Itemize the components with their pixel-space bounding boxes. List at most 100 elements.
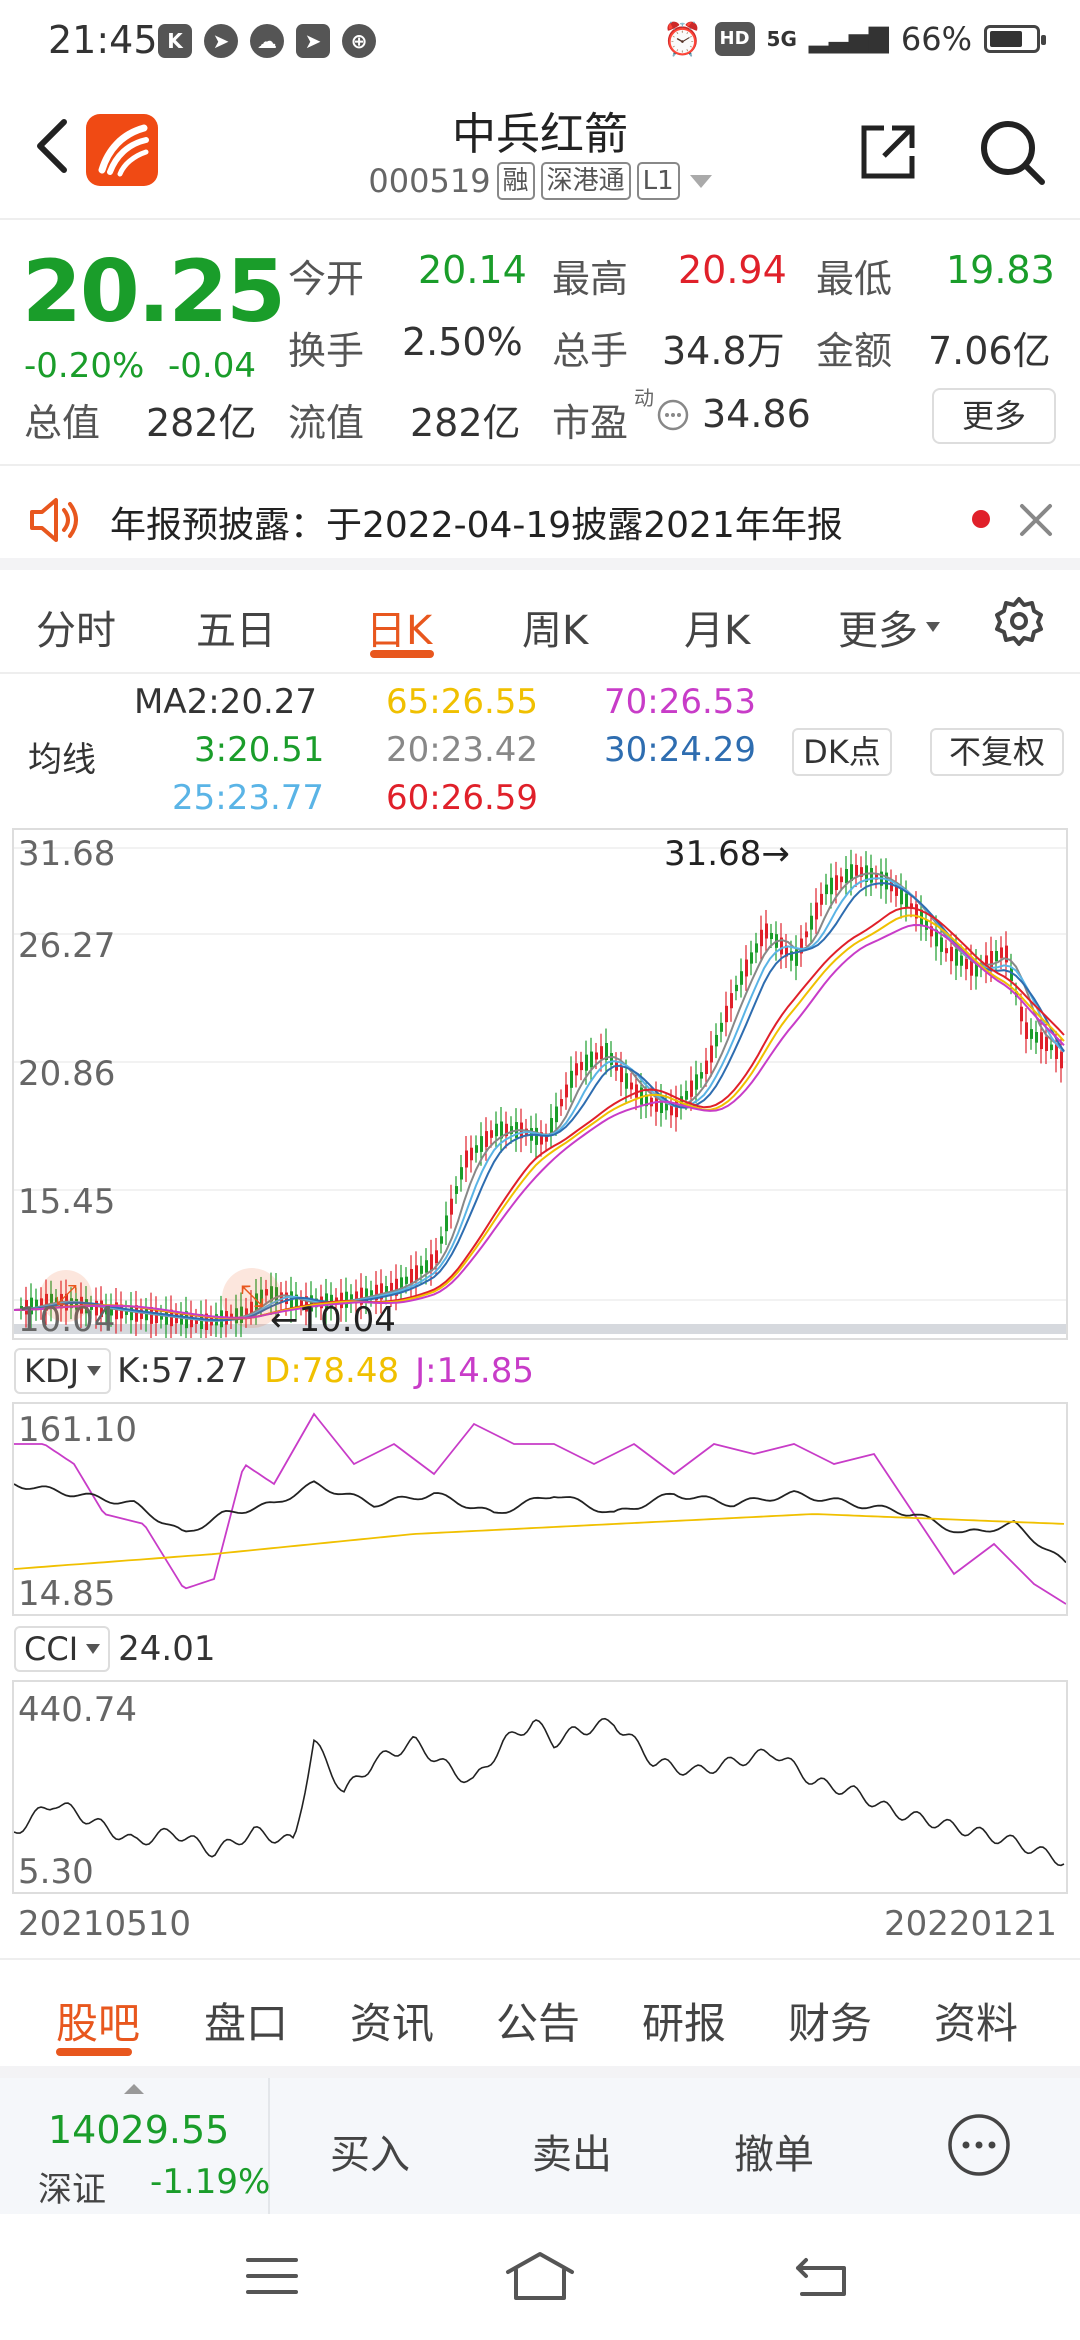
more-options-icon[interactable] [946,2112,1012,2178]
kdj-name: KDJ [24,1352,80,1390]
battery-icon [984,25,1046,53]
kdj-d: D:78.48 [264,1351,400,1391]
kdj-j: J:14.85 [415,1351,534,1391]
ma3-value: 3:20.51 [194,730,325,770]
low-value: 19.83 [946,248,1055,292]
alarm-icon: ⏰ [662,20,703,58]
candle [130,1305,133,1321]
candle [495,1123,498,1137]
max-price-label: 31.68 [664,834,762,874]
stock-code: 000519 [368,162,491,200]
candle [755,943,758,953]
kdj-k: K:57.27 [117,1351,249,1391]
candle [695,1074,698,1090]
candle [1030,1029,1033,1039]
candle [550,1118,553,1134]
candle [475,1145,478,1153]
candle [490,1130,493,1138]
candle [690,1080,693,1097]
expand-icon[interactable]: ⤢ [40,1270,92,1322]
tab-monthly-k[interactable]: 月K [684,598,750,656]
cci-ymax: 440.74 [18,1690,137,1730]
tab-intraday[interactable]: 分时 [36,598,116,656]
tab-five-day[interactable]: 五日 [196,598,276,656]
price-adjust-button[interactable]: 不复权 [930,728,1064,776]
candle [885,872,888,890]
candle [715,1034,718,1047]
high-label: 最高 [552,257,629,301]
home-icon[interactable] [504,2250,576,2302]
candle [590,1051,593,1068]
cci-chart[interactable]: 440.74 5.30 [12,1680,1068,1894]
kdj-chart[interactable]: 161.10 14.85 [12,1402,1068,1616]
tab-daily-k[interactable]: 日K [366,598,432,656]
margin-tag: 融 [496,162,535,200]
trade-bar: 14029.55 深证 -1.19% 买入 卖出 撤单 [0,2078,1080,2214]
chevron-down-icon [689,174,712,188]
candle [665,1103,668,1111]
tab-news[interactable]: 资讯 [350,1990,434,2051]
cci-value: 24.01 [118,1629,216,1669]
notice-bar[interactable]: 年报预披露：于2022-04-19披露2021年年报 [0,464,1080,570]
candle [455,1186,458,1194]
ma20-line [14,872,1065,1322]
speaker-icon [30,498,78,542]
candle [950,946,953,962]
tab-announcements[interactable]: 公告 [496,1990,580,2051]
candle [415,1265,418,1282]
tab-weekly-k[interactable]: 周K [522,598,588,656]
candle [560,1099,563,1107]
buy-button[interactable]: 买入 [330,2122,410,2180]
ma70-line [14,923,1065,1319]
float-label: 流值 [288,401,365,445]
tab-handicap[interactable]: 盘口 [204,1990,288,2051]
index-ticker[interactable]: 14029.55 深证 -1.19% [0,2078,270,2214]
candle [635,1084,638,1098]
share-icon[interactable] [856,120,920,184]
candle [830,877,833,895]
level-tag: L1 [636,162,680,200]
expand-icon[interactable]: ⤡ [222,1268,282,1328]
more-quote-button[interactable]: 更多 [932,388,1056,444]
quote-panel: 20.25 -0.20% -0.04 今开 20.14 最高 20.94 最低 … [0,218,1080,464]
candle [480,1136,483,1152]
back-nav-icon[interactable] [792,2254,850,2298]
search-icon[interactable] [976,116,1048,188]
kdj-indicator-select[interactable]: KDJ [14,1348,112,1394]
tab-profile[interactable]: 资料 [934,1990,1018,2051]
gear-icon[interactable] [994,596,1044,646]
send-icon: ➤ [204,24,238,58]
candle [995,951,998,961]
menu-icon[interactable] [244,2254,300,2298]
cancel-order-button[interactable]: 撤单 [734,2122,814,2180]
candle [745,959,748,977]
cci-indicator-select[interactable]: CCI [14,1626,111,1672]
candle [1045,1036,1048,1052]
candle [965,958,968,970]
tab-guba[interactable]: 股吧 [56,1990,140,2051]
candle [565,1084,568,1098]
dk-point-button[interactable]: DK点 [792,728,892,776]
candle [535,1127,538,1145]
turnover-value: 2.50% [402,320,523,364]
tab-research[interactable]: 研报 [642,1990,726,2051]
ma60-value: 60:26.59 [386,778,539,818]
ma60-line [14,906,1065,1320]
kdj-header: KDJ K:57.27 D:78.48 J:14.85 [14,1348,534,1394]
tab-finance[interactable]: 财务 [788,1990,872,2051]
connect-tag: 深港通 [540,162,631,200]
tab-more[interactable]: 更多 [838,598,940,656]
kline-chart[interactable]: 31.68 26.27 20.86 15.45 10.04 31.68→ ←10… [12,828,1068,1340]
info-icon[interactable] [656,398,690,432]
pe-superscript: 动 [634,386,654,410]
candle [155,1309,158,1324]
ma2-value: MA2:20.27 [134,682,318,722]
status-time: 21:45 [48,18,158,62]
candle [1040,1032,1043,1050]
candle [625,1073,628,1089]
close-icon[interactable] [1018,502,1054,538]
sell-button[interactable]: 卖出 [532,2122,612,2180]
last-price: 20.25 [22,242,286,342]
notice-text: 年报预披露：于2022-04-19披露2021年年报 [110,505,843,546]
change-percent: -0.20% [24,346,145,386]
